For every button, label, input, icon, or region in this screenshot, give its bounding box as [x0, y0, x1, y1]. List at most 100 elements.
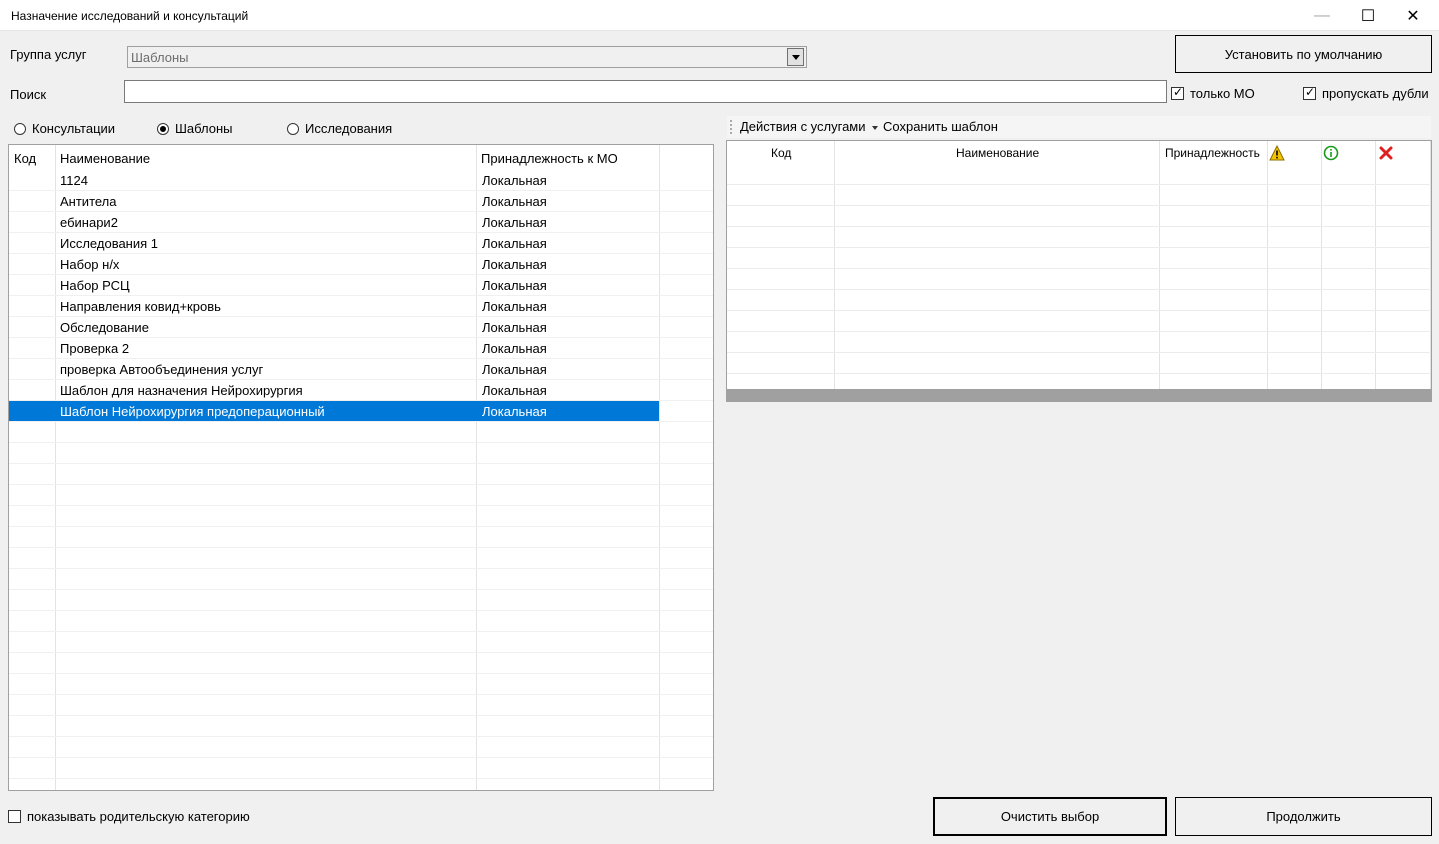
row-separator — [727, 226, 1431, 227]
table-row[interactable]: Обследование Локальная — [9, 317, 713, 338]
cell-owner: Локальная — [482, 320, 547, 335]
cell-name: Исследования 1 — [60, 236, 159, 251]
row-separator — [727, 310, 1431, 311]
clear-selection-button[interactable]: Очистить выбор — [933, 797, 1167, 836]
radio-circle[interactable] — [14, 122, 26, 135]
empty-row — [9, 527, 713, 548]
empty-row — [9, 653, 713, 674]
table-row[interactable]: Набор РСЦ Локальная — [9, 275, 713, 296]
cell-owner: Локальная — [482, 194, 547, 209]
cell-owner: Локальная — [482, 404, 547, 419]
cell-name: Шаблон для назначения Нейрохирургия — [60, 383, 303, 398]
grid-header: Код Наименование Принадлежность к МО — [9, 145, 713, 172]
radio-consultations[interactable]: Консультации — [14, 121, 115, 136]
radio-label: Шаблоны — [175, 121, 233, 136]
table-row[interactable]: Направления ковид+кровь Локальная — [9, 296, 713, 317]
minimize-button[interactable]: — — [1299, 0, 1345, 31]
empty-row — [9, 632, 713, 653]
radio-circle[interactable] — [287, 122, 299, 135]
cell-name: ебинари2 — [60, 215, 118, 230]
empty-row — [9, 737, 713, 758]
service-group-label: Группа услуг — [10, 47, 87, 62]
row-separator — [727, 373, 1431, 374]
info-icon — [1323, 145, 1339, 161]
header-code[interactable]: Код — [14, 151, 36, 166]
close-button[interactable]: ✕ — [1390, 0, 1436, 31]
title-bar: Назначение исследований и консультаций —… — [0, 0, 1439, 31]
cell-owner: Локальная — [482, 257, 547, 272]
row-separator — [727, 352, 1431, 353]
checkbox-box[interactable] — [1171, 85, 1184, 100]
table-row[interactable]: Антитела Локальная — [9, 191, 713, 212]
empty-row — [9, 485, 713, 506]
table-row[interactable]: ебинари2 Локальная — [9, 212, 713, 233]
cell-name: Обследование — [60, 320, 149, 335]
set-default-button[interactable]: Установить по умолчанию — [1175, 35, 1432, 73]
empty-row — [9, 716, 713, 737]
row-separator — [727, 331, 1431, 332]
chevron-down-icon[interactable] — [787, 48, 804, 66]
category-radio-group: Консультации Шаблоны Исследования — [8, 116, 714, 141]
cell-owner: Локальная — [482, 236, 547, 251]
table-row[interactable]: Шаблон Нейрохирургия предоперационный Лок… — [9, 401, 713, 422]
empty-row — [9, 611, 713, 632]
empty-row — [9, 590, 713, 611]
toolbar-grip — [730, 120, 732, 134]
cell-owner: Локальная — [482, 299, 547, 314]
save-template-button[interactable]: Сохранить шаблон — [883, 119, 998, 134]
table-row[interactable]: проверка Автообъединения услуг Локальная — [9, 359, 713, 380]
cell-name: Набор РСЦ — [60, 278, 130, 293]
warning-icon — [1269, 145, 1285, 161]
table-row[interactable]: Проверка 2 Локальная — [9, 338, 713, 359]
empty-row — [9, 674, 713, 695]
skip-duplicates-label: пропускать дубли — [1322, 86, 1429, 101]
header-owner[interactable]: Принадлежность к МО — [481, 151, 618, 166]
search-input[interactable] — [124, 80, 1167, 103]
radio-templates[interactable]: Шаблоны — [157, 121, 233, 136]
table-row[interactable]: 1124 Локальная — [9, 170, 713, 191]
radio-studies[interactable]: Исследования — [287, 121, 392, 136]
checkbox-box[interactable] — [1303, 85, 1316, 100]
cell-name: проверка Автообъединения услуг — [60, 362, 264, 377]
templates-grid[interactable]: Код Наименование Принадлежность к МО 112… — [8, 144, 714, 791]
radio-label: Консультации — [32, 121, 116, 136]
row-separator — [727, 205, 1431, 206]
table-row[interactable]: Исследования 1 Локальная — [9, 233, 713, 254]
empty-row — [9, 758, 713, 779]
empty-row — [9, 422, 713, 443]
table-row[interactable]: Шаблон для назначения Нейрохирургия Локал… — [9, 380, 713, 401]
service-group-select[interactable]: Шаблоны — [127, 46, 807, 68]
cell-name: Набор н/х — [60, 257, 120, 272]
cell-owner: Локальная — [482, 383, 547, 398]
table-row[interactable]: Набор н/х Локальная — [9, 254, 713, 275]
show-parent-label: показывать родительскую категорию — [27, 809, 250, 824]
cell-owner: Локальная — [482, 215, 547, 230]
continue-button[interactable]: Продолжить — [1175, 797, 1432, 836]
empty-row — [9, 506, 713, 527]
row-separator — [727, 184, 1431, 185]
service-group-value: Шаблоны — [131, 50, 189, 65]
radio-circle[interactable] — [157, 122, 169, 135]
only-mo-label: только МО — [1190, 86, 1255, 101]
selected-services-grid[interactable]: Код Наименование Принадлежность — [726, 140, 1432, 402]
window-title: Назначение исследований и консультаций — [11, 9, 249, 23]
cell-owner: Локальная — [482, 362, 547, 377]
empty-row — [9, 548, 713, 569]
cell-name: Проверка 2 — [60, 341, 130, 356]
header-owner[interactable]: Принадлежность — [1165, 146, 1260, 160]
checkbox-box[interactable] — [8, 810, 21, 823]
header-code[interactable]: Код — [771, 146, 791, 160]
header-name[interactable]: Наименование — [956, 146, 1039, 160]
cell-owner: Локальная — [482, 341, 547, 356]
empty-row — [9, 443, 713, 464]
services-toolbar: Действия с услугами Сохранить шаблон — [727, 116, 1431, 138]
cell-name: Направления ковид+кровь — [60, 299, 221, 314]
show-parent-checkbox[interactable]: показывать родительскую категорию — [8, 809, 250, 824]
only-mo-checkbox[interactable]: только МО — [1171, 85, 1255, 101]
actions-menu[interactable]: Действия с услугами — [740, 119, 878, 134]
horizontal-scrollbar[interactable] — [727, 389, 1431, 401]
skip-duplicates-checkbox[interactable]: пропускать дубли — [1303, 85, 1429, 101]
header-name[interactable]: Наименование — [60, 151, 150, 166]
maximize-button[interactable]: ☐ — [1345, 0, 1391, 31]
row-separator — [727, 268, 1431, 269]
